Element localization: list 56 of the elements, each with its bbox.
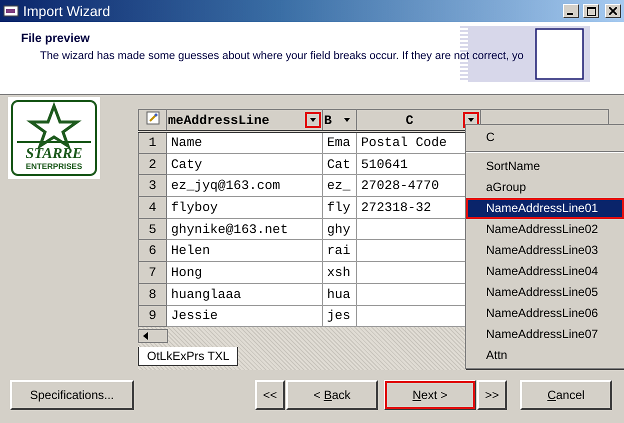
row-number: 5 bbox=[138, 218, 166, 240]
wizard-button[interactable]: < Back bbox=[286, 380, 378, 410]
table-cell: ghynike@163.net bbox=[166, 218, 322, 240]
wizard-button[interactable]: Next > bbox=[384, 380, 476, 410]
wizard-button[interactable]: Specifications... bbox=[10, 380, 134, 410]
table-cell: hua bbox=[322, 283, 356, 305]
menu-item[interactable]: NameAddressLine01 bbox=[466, 198, 624, 219]
sheet-tab[interactable]: OtLkExPrs TXL bbox=[138, 347, 238, 366]
window-title: Import Wizard bbox=[23, 3, 112, 19]
menu-item[interactable]: NameAddressLine03 bbox=[466, 240, 624, 261]
menu-item[interactable]: NameAddressLine07 bbox=[466, 324, 624, 345]
column-header[interactable]: C bbox=[356, 110, 480, 132]
scroll-left-button[interactable] bbox=[138, 329, 168, 344]
menu-item[interactable]: NameAddressLine02 bbox=[466, 219, 624, 240]
table-cell: Helen bbox=[166, 240, 322, 262]
table-cell: Hong bbox=[166, 262, 322, 284]
app-icon bbox=[3, 4, 19, 18]
table-cell: Caty bbox=[166, 153, 322, 175]
row-number: 2 bbox=[138, 153, 166, 175]
row-number: 1 bbox=[138, 132, 166, 154]
wand-icon[interactable] bbox=[146, 111, 160, 125]
row-number: 8 bbox=[138, 283, 166, 305]
description-text: The wizard has made some guesses about where your field breaks occur. If they are not correct, yo bbox=[40, 50, 525, 62]
menu-item[interactable]: Attn bbox=[466, 345, 624, 366]
column-header[interactable]: meAddressLine bbox=[166, 110, 322, 132]
row-number: 6 bbox=[138, 240, 166, 262]
close-icon bbox=[609, 7, 617, 15]
company-logo: STARRE ENTERPRISES bbox=[8, 97, 100, 179]
column-header[interactable]: B bbox=[322, 110, 356, 132]
menu-item[interactable]: NameAddressLine04 bbox=[466, 261, 624, 282]
wizard-button[interactable]: >> bbox=[477, 380, 507, 410]
row-number: 7 bbox=[138, 262, 166, 284]
table-cell: Cat bbox=[322, 153, 356, 175]
maximize-button[interactable] bbox=[583, 4, 599, 18]
close-button[interactable] bbox=[605, 4, 621, 18]
row-number: 3 bbox=[138, 174, 166, 197]
wizard-button[interactable]: Cancel bbox=[520, 380, 612, 410]
row-number: 4 bbox=[138, 196, 166, 218]
table-cell: Ema bbox=[322, 132, 356, 154]
table-cell: fly bbox=[322, 196, 356, 218]
wizard-button[interactable]: << bbox=[255, 380, 285, 410]
table-cell: ghy bbox=[322, 218, 356, 240]
table-cell: xsh bbox=[322, 262, 356, 284]
row-number: 9 bbox=[138, 305, 166, 327]
menu-item[interactable]: NameAddressLine05 bbox=[466, 282, 624, 303]
table-cell: huanglaaa bbox=[166, 283, 322, 305]
table-cell: rai bbox=[322, 240, 356, 262]
table-cell: Name bbox=[166, 132, 322, 154]
maximize-icon bbox=[586, 6, 596, 16]
table-cell: ez_ bbox=[322, 174, 356, 197]
minimize-button[interactable] bbox=[563, 4, 579, 18]
table-cell: flyboy bbox=[166, 196, 322, 218]
page-title: File preview bbox=[21, 31, 91, 45]
table-cell: ez_jyq@163.com bbox=[166, 174, 322, 197]
left-arrow-icon bbox=[143, 332, 148, 340]
menu-item[interactable]: NameAddressLine06 bbox=[466, 303, 624, 324]
